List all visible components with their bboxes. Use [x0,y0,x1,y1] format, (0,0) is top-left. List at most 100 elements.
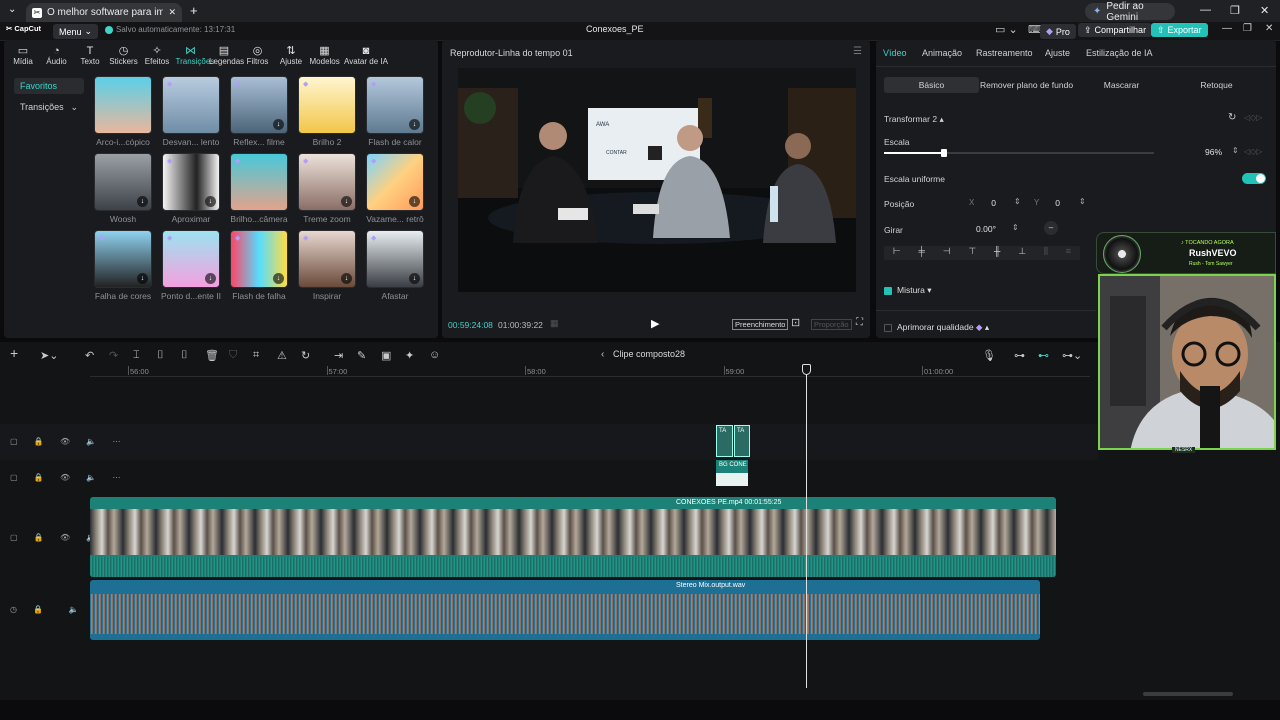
play-button[interactable]: ▶ [651,317,659,330]
scale-keyframe-icon[interactable]: ◁◇▷ [1244,147,1262,156]
app-close-icon[interactable]: ✕ [1265,23,1273,34]
track-controls-1[interactable]: ▢ 🔒 👁 🔈 ⋯ [10,437,128,446]
rotate-dial-icon[interactable]: – [1044,221,1058,235]
link-icon[interactable]: ⊶ [1014,349,1025,362]
transition-thumbnail[interactable]: ◆ ↓ [298,230,356,288]
category-10[interactable]: ◙ Avatar de IA [343,45,389,66]
align-right-icon[interactable]: ⊣ [943,246,951,260]
subtab-3[interactable]: Retoque [1169,77,1264,93]
transition-thumbnail[interactable]: ◆ ↓ [366,76,424,134]
menu-button[interactable]: Menu ⌄ [53,24,99,39]
tab-close-icon[interactable]: ✕ [168,7,176,18]
align-center-h-icon[interactable]: ╪ [919,246,925,260]
close-window-icon[interactable]: ✕ [1260,4,1269,17]
download-icon[interactable]: ↓ [205,273,216,284]
subtab-1[interactable]: Remover plano de fundo [979,77,1074,93]
gemini-button[interactable]: ✦ Pedir ao Gemini [1085,1,1175,23]
export-button[interactable]: ⇧ Exportar [1151,23,1208,37]
main-video-clip[interactable]: CONEXOES PE.mp4 00:01:55:25 [90,497,1056,577]
split-left-icon[interactable]: ⌷ [157,349,164,362]
distribute-v-icon[interactable]: ≡ [1066,246,1071,260]
freeze-icon[interactable]: ⇥ [334,349,343,362]
audio-clip[interactable]: Stereo Mix.output.wav [90,580,1040,640]
uniform-scale-toggle[interactable] [1242,173,1266,184]
align-bottom-icon[interactable]: ⊥ [1018,246,1026,260]
transition-thumbnail[interactable]: ↓ [94,153,152,211]
screenshot-icon[interactable]: ⊡ [791,316,800,329]
overlay-clip-a[interactable]: TA [716,425,733,457]
video-preview[interactable]: AWA CONTAR [458,68,856,292]
x-value[interactable]: 0 [980,197,996,210]
download-icon[interactable]: ↓ [137,273,148,284]
transform-heading[interactable]: Transformar 2 ▴ [884,114,944,125]
timeline-scrollbar[interactable] [1143,692,1233,696]
category-2[interactable]: T Texto [75,45,105,66]
transition-thumbnail[interactable]: ◆ ↓ [94,230,152,288]
playhead-handle[interactable] [802,364,811,375]
back-chevron-icon[interactable]: ‹ [601,349,604,360]
category-8[interactable]: ⇅ Ajuste [276,45,306,66]
snap-icon[interactable]: ⊶⌄ [1062,349,1082,362]
scale-value[interactable]: 96% [1194,146,1222,159]
download-icon[interactable]: ↓ [205,196,216,207]
download-icon[interactable]: ↓ [273,273,284,284]
restore-icon[interactable]: ❐ [1230,4,1240,17]
bg-clip[interactable]: BG CONE [716,460,748,486]
transition-thumbnail[interactable]: ◆ ↓ [366,153,424,211]
select-tool-icon[interactable]: ➤⌄ [40,349,58,362]
shield-icon[interactable]: ⛉ [229,349,237,362]
rotate-value[interactable]: 0.00° [968,223,996,236]
add-track-icon[interactable]: + [10,345,18,361]
track-controls-2[interactable]: ▢ 🔒 👁 🔈 ⋯ [10,473,128,482]
transition-thumbnail[interactable]: ◆ ↓ [162,230,220,288]
align-left-icon[interactable]: ⊢ [893,246,901,260]
browser-tab[interactable]: ✂ O melhor software para impuls ✕ [26,3,182,22]
subtab-0[interactable]: Básico [884,77,979,93]
subtab-2[interactable]: Mascarar [1074,77,1169,93]
player-menu-icon[interactable]: ☰ [853,46,862,57]
layout-icon[interactable]: ▭ ⌄ [995,23,1018,36]
person-icon[interactable]: ☺ [429,349,440,361]
redo-icon[interactable]: ↷ [109,349,118,362]
align-top-icon[interactable]: ⊤ [968,246,976,260]
download-icon[interactable]: ↓ [409,196,420,207]
download-icon[interactable]: ↓ [409,273,420,284]
download-icon[interactable]: ↓ [341,196,352,207]
tab-3[interactable]: Ajuste [1045,48,1070,58]
fill-button[interactable]: Preenchimento [732,319,789,330]
transition-thumbnail[interactable]: ◆ [230,153,288,211]
transition-thumbnail[interactable]: ◆ ↓ [230,76,288,134]
reset-icon[interactable]: ↻ [1228,112,1236,123]
timecode-grid-icon[interactable]: ▦ [550,318,559,329]
app-restore-icon[interactable]: ❐ [1243,23,1252,34]
minimize-icon[interactable]: — [1200,4,1211,16]
crop-icon[interactable]: ⌗ [253,349,259,362]
y-value[interactable]: 0 [1046,197,1060,210]
download-icon[interactable]: ↓ [409,119,420,130]
aspect-ratio-button[interactable]: Proporção [811,319,852,330]
transition-thumbnail[interactable]: ◆ ↓ [162,153,220,211]
share-button[interactable]: ⇪ Compartilhar [1078,23,1153,37]
sidebar-transitions[interactable]: Transições ⌄ [14,99,84,115]
y-stepper-icon[interactable]: ⇕ [1079,197,1086,206]
delete-icon[interactable]: 🗑 [205,349,219,362]
tab-0[interactable]: Vídeo [883,48,907,58]
fullscreen-icon[interactable]: ⛶ [856,317,863,328]
category-9[interactable]: ▦ Modelos [310,45,340,66]
keyframe-icon[interactable]: ◁◇▷ [1244,113,1262,122]
transition-thumbnail[interactable]: ◆ ↓ [298,153,356,211]
app-minimize-icon[interactable]: — [1222,23,1232,34]
undo-icon[interactable]: ↶ [85,349,94,362]
microphone-icon[interactable]: 🎙 [982,349,996,362]
category-6[interactable]: ▤ Legendas [209,45,244,66]
download-icon[interactable]: ↓ [341,273,352,284]
category-1[interactable]: ◔ Áudio [42,45,72,66]
sidebar-favorites[interactable]: Favoritos [14,78,84,94]
category-0[interactable]: ▭ Mídia [8,45,38,66]
rotate-stepper-icon[interactable]: ⇕ [1012,223,1019,232]
distribute-h-icon[interactable]: ⫼ [1044,246,1048,260]
tab-2[interactable]: Rastreamento [976,48,1033,58]
tab-1[interactable]: Animação [922,48,962,58]
scale-stepper-icon[interactable]: ⇕ [1232,146,1239,155]
align-center-v-icon[interactable]: ╫ [994,246,1000,260]
